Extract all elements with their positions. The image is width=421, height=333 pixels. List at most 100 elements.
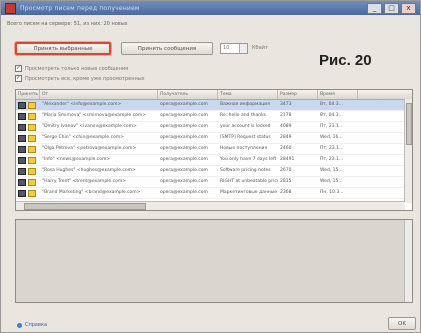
folder-icon [28,156,36,164]
cell-size: 4089 [280,124,292,129]
scroll-thumb[interactable] [406,103,412,145]
size-limit-stepper[interactable]: 10 [220,43,248,54]
cell-from: "Olga Petrova" <petrova@example.com> [42,146,137,151]
cell-subject: Важная информация [220,102,270,107]
scroll-thumb[interactable] [24,203,146,210]
app-icon [5,2,16,14]
table-row[interactable]: "Dmitry Ivanov" <ivanov@example.com> ope… [16,122,412,133]
cell-from: "Maria Smirnova" <smirnova@example.com> [42,113,147,118]
cell-time: Пн, 10.3... [320,190,344,195]
table-vertical-scrollbar[interactable] [404,99,412,203]
cell-from: "Serge Chin" <chin@example.com> [42,135,124,140]
title-bar[interactable]: Просмотр писем перед получением _ □ x [1,1,420,15]
folder-icon [28,145,36,153]
receive-selected-button[interactable]: Принять выбранные [15,42,111,55]
cell-size: 2815 [280,179,292,184]
folder-icon [28,134,36,142]
cell-subject: Software pricing notes [220,168,271,173]
table-row[interactable]: "Maria Smirnova" <smirnova@example.com> … [16,111,412,122]
ok-button[interactable]: OK [388,317,416,330]
cell-size: 2849 [280,135,292,140]
table-row[interactable]: "Info" <news@example.com> opera@example.… [16,155,412,166]
figure-caption: Рис. 20 [319,52,372,69]
mail-icon [18,189,26,197]
column-header-to[interactable]: Получатель [158,90,218,99]
table-row[interactable]: "Olga Petrova" <petrova@example.com> ope… [16,144,412,155]
cell-size: 2670 [280,168,292,173]
checkbox-all-except-viewed[interactable]: ✓ [15,75,22,82]
cell-to: opera@example.com [160,146,208,151]
folder-icon [28,178,36,186]
message-table: Принять От Получатель Тема Размер Время … [15,89,413,211]
cell-time: Wed, 16... [320,135,343,140]
cell-subject: Re: hello and thanks [220,113,267,118]
column-header-time[interactable]: Время [318,90,358,99]
table-row[interactable]: "Alexander" <info@example.com> opera@exa… [16,100,412,111]
cell-from: "Harry Trent" <trent@example.com> [42,179,127,184]
mail-icon [18,178,26,186]
cell-from: "Rosa Hughes" <hughes@example.com> [42,168,136,173]
size-limit-unit: Кбайт [252,45,268,51]
table-row[interactable]: "Brand Marketing" <brand@example.com> op… [16,188,412,199]
mail-icon [18,101,26,109]
cell-subject: You only have 7 days left [220,157,277,162]
dialog-window: Просмотр писем перед получением _ □ x Вс… [0,0,421,333]
message-preview-pane[interactable] [15,219,413,303]
cell-to: opera@example.com [160,168,208,173]
cell-size: 2368 [280,190,292,195]
cell-size: 3473 [280,102,292,107]
cell-size: 28491 [280,157,295,162]
column-header-accept[interactable]: Принять [16,90,40,99]
option-new-only[interactable]: ✓ Просмотреть только новые сообщения [15,65,128,72]
window-controls: _ □ x [367,3,416,14]
mail-icon [18,134,26,142]
column-header-subject[interactable]: Тема [218,90,278,99]
cell-subject: RIGHT at unbeatable price [220,179,278,184]
maximize-button[interactable]: □ [384,3,399,14]
cell-subject: [SMTP] Request status [220,135,271,140]
cell-to: opera@example.com [160,157,208,162]
mail-icon [18,167,26,175]
table-header: Принять От Получатель Тема Размер Время [16,90,412,100]
cell-size: 2460 [280,146,292,151]
cell-subject: Маркетинговые данные [220,190,278,195]
column-header-size[interactable]: Размер [278,90,318,99]
cell-time: Пт, 23.1... [320,124,344,129]
cell-to: opera@example.com [160,124,208,129]
help-label: Справка [25,322,48,328]
option-all-except-viewed-label: Просмотреть все, кроме уже просмотренных [25,75,145,82]
cell-time: Пт, 23.1... [320,146,344,151]
mail-icon [18,123,26,131]
help-link[interactable]: Справка [17,322,47,328]
mail-icon [18,145,26,153]
minimize-button[interactable]: _ [367,3,382,14]
column-header-from[interactable]: От [40,90,158,99]
cell-time: Wed, 15... [320,168,343,173]
size-limit-value: 10 [223,45,230,51]
preview-scrollbar[interactable] [404,220,412,302]
cell-from: "Info" <news@example.com> [42,157,111,162]
cell-time: Wed, 15... [320,179,343,184]
table-horizontal-scrollbar[interactable] [16,201,405,210]
cell-to: opera@example.com [160,190,208,195]
cell-from: "Alexander" <info@example.com> [42,102,122,107]
folder-icon [28,167,36,175]
cell-subject: Новые поступления [220,146,268,151]
checkbox-new-only[interactable]: ✓ [15,65,22,72]
close-button[interactable]: x [401,3,416,14]
folder-icon [28,101,36,109]
cell-time: Вт, 04.3... [320,113,343,118]
cell-to: opera@example.com [160,179,208,184]
receive-messages-button[interactable]: Принять сообщения [121,42,213,55]
status-text: Всего писем на сервере: 51, из них: 20 н… [7,21,128,27]
cell-subject: your account is locked [220,124,271,129]
spin-arrows-icon[interactable] [239,44,247,53]
table-row[interactable]: "Harry Trent" <trent@example.com> opera@… [16,177,412,188]
table-row[interactable]: "Rosa Hughes" <hughes@example.com> opera… [16,166,412,177]
cell-to: opera@example.com [160,135,208,140]
window-title: Просмотр писем перед получением [20,4,140,12]
cell-time: Вт, 04.3... [320,102,343,107]
table-row[interactable]: "Serge Chin" <chin@example.com> opera@ex… [16,133,412,144]
mail-icon [18,112,26,120]
option-all-except-viewed[interactable]: ✓ Просмотреть все, кроме уже просмотренн… [15,75,145,82]
